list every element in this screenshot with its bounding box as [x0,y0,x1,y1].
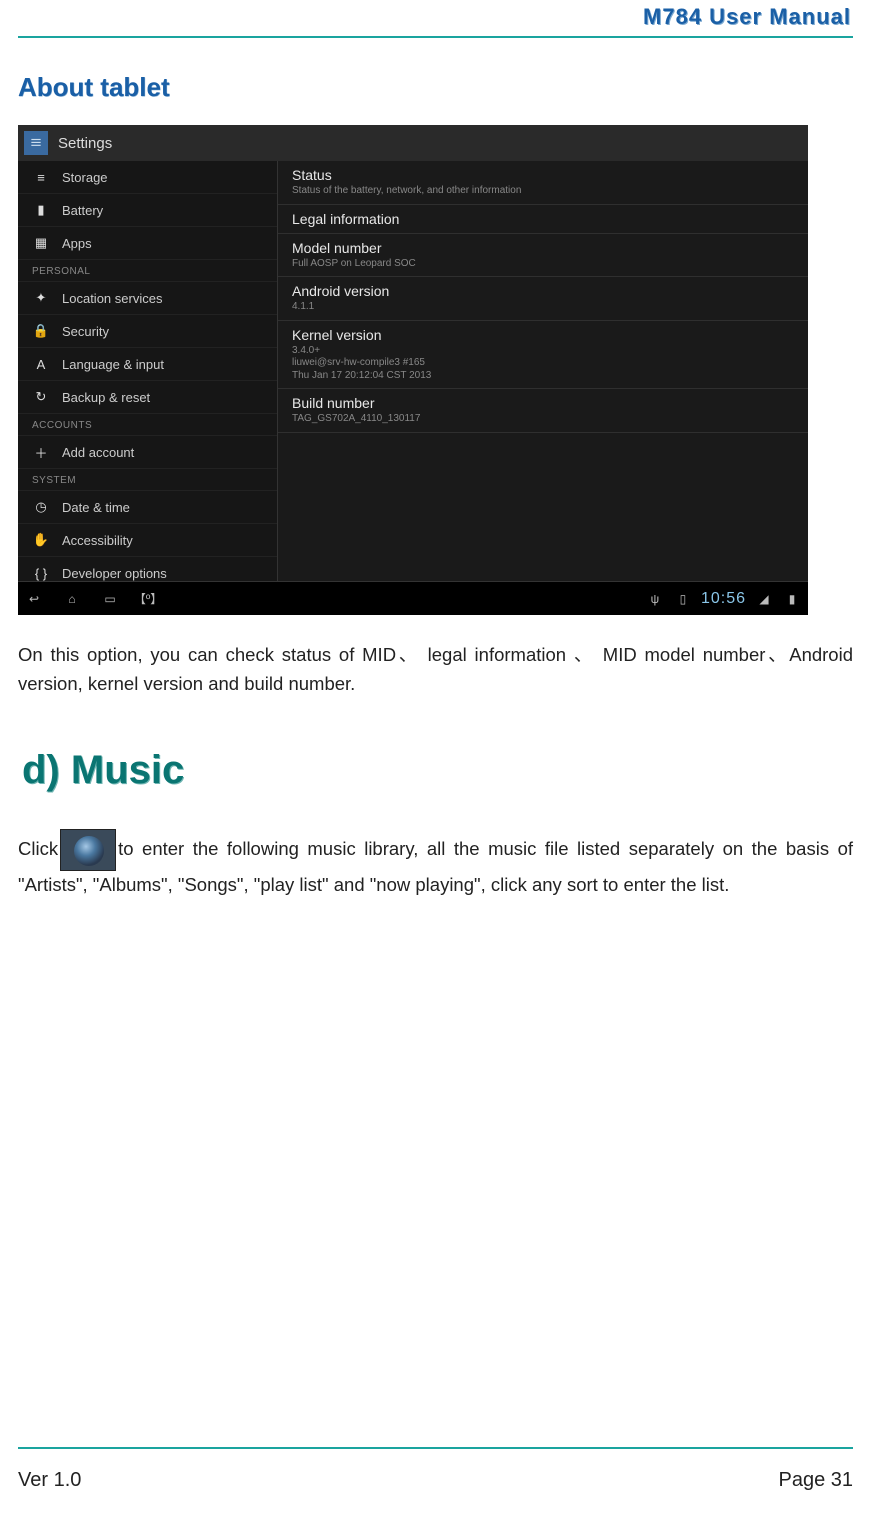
sidebar-item-backup[interactable]: ↻ Backup & reset [18,381,277,414]
home-icon[interactable]: ⌂ [62,589,82,609]
window-titlebar: Settings [18,125,808,161]
content-sub: Status of the battery, network, and othe… [292,185,794,198]
lang-icon: A [32,355,50,373]
location-icon: ✦ [32,289,50,307]
android-navbar: ↩ ⌂ ▭ 【º】 ψ ▯ 10:56 ◢ ▮ [18,581,808,615]
recent-icon[interactable]: ▭ [100,589,120,609]
hand-icon: ✋ [32,531,50,549]
sidebar-item-label: Storage [62,170,108,185]
sidebar-heading-accounts: ACCOUNTS [18,414,277,436]
apps-icon: ▦ [32,234,50,252]
music-paragraph: Clickto enter the following music librar… [18,829,853,900]
storage-icon: ≡ [32,168,50,186]
sidebar-item-accessibility[interactable]: ✋ Accessibility [18,524,277,557]
sidebar-item-label: Security [62,324,109,339]
header-divider [18,36,853,38]
sidebar-item-security[interactable]: 🔒 Security [18,315,277,348]
content-sub: TAG_GS702A_4110_130117 [292,413,794,426]
footer-divider [18,1447,853,1449]
battery-icon: ▮ [32,201,50,219]
usb-icon: ψ [645,589,665,609]
sidebar-heading-system: SYSTEM [18,469,277,491]
sidebar-item-label: Battery [62,203,103,218]
clock-icon: ◷ [32,498,50,516]
sidebar-item-battery[interactable]: ▮ Battery [18,194,277,227]
content-label: Model number [292,240,794,256]
sidebar-item-storage[interactable]: ≡ Storage [18,161,277,194]
wifi-icon: ◢ [754,589,774,609]
content-row-legal[interactable]: Legal information [278,205,808,234]
sidebar-item-apps[interactable]: ▦ Apps [18,227,277,260]
section-title-about: About tablet [18,72,853,103]
sidebar-item-label: Language & input [62,357,164,372]
content-row-android[interactable]: Android version 4.1.1 [278,277,808,321]
sidebar-item-label: Apps [62,236,92,251]
sidebar-item-label: Add account [62,445,134,460]
card-icon: ▯ [673,589,693,609]
content-row-kernel[interactable]: Kernel version 3.4.0+ liuwei@srv-hw-compi… [278,321,808,390]
plus-icon: ＋ [32,443,50,461]
content-label: Android version [292,283,794,299]
settings-screenshot: Settings ≡ Storage ▮ Battery ▦ Apps PERSONA… [18,125,808,615]
sidebar-item-label: Accessibility [62,533,133,548]
settings-icon [24,131,48,155]
settings-sidebar: ≡ Storage ▮ Battery ▦ Apps PERSONAL ✦ Locati… [18,161,278,581]
content-row-status[interactable]: Status Status of the battery, network, an… [278,161,808,205]
sidebar-item-label: Backup & reset [62,390,150,405]
backup-icon: ↻ [32,388,50,406]
lock-icon: 🔒 [32,322,50,340]
navbar-clock: 10:56 [701,590,746,608]
page-footer: Ver 1.0 Page 31 [18,1447,853,1492]
content-sub: Full AOSP on Leopard SOC [292,258,794,271]
about-paragraph: On this option, you can check status of … [18,641,853,698]
sidebar-item-addaccount[interactable]: ＋ Add account [18,436,277,469]
screenshot-nav-icon[interactable]: 【º】 [138,589,158,609]
music-app-icon [60,829,116,871]
sidebar-item-label: Date & time [62,500,130,515]
back-icon[interactable]: ↩ [24,589,44,609]
footer-page-number: Page 31 [778,1469,853,1492]
sidebar-item-label: Developer options [62,566,167,581]
sidebar-item-language[interactable]: A Language & input [18,348,277,381]
content-label: Status [292,167,794,183]
doc-header-title: M784 User Manual [18,0,851,36]
battery-status-icon: ▮ [782,589,802,609]
settings-content-pane: Status Status of the battery, network, an… [278,161,808,581]
content-sub: 3.4.0+ liuwei@srv-hw-compile3 #165 Thu J… [292,345,794,383]
music-click-word: Click [18,838,58,859]
sidebar-heading-personal: PERSONAL [18,260,277,282]
sidebar-item-label: Location services [62,291,162,306]
content-sub: 4.1.1 [292,301,794,314]
footer-version: Ver 1.0 [18,1469,81,1492]
window-title: Settings [58,135,112,152]
content-row-model[interactable]: Model number Full AOSP on Leopard SOC [278,234,808,278]
content-label: Kernel version [292,327,794,343]
sidebar-item-datetime[interactable]: ◷ Date & time [18,491,277,524]
section-title-music: d) Music [22,748,853,793]
sidebar-item-location[interactable]: ✦ Location services [18,282,277,315]
content-label: Build number [292,395,794,411]
braces-icon: { } [32,564,50,581]
sidebar-item-developer[interactable]: { } Developer options [18,557,277,581]
content-label: Legal information [292,211,794,227]
content-row-build[interactable]: Build number TAG_GS702A_4110_130117 [278,389,808,433]
music-rest-text: to enter the following music library, al… [18,838,853,895]
